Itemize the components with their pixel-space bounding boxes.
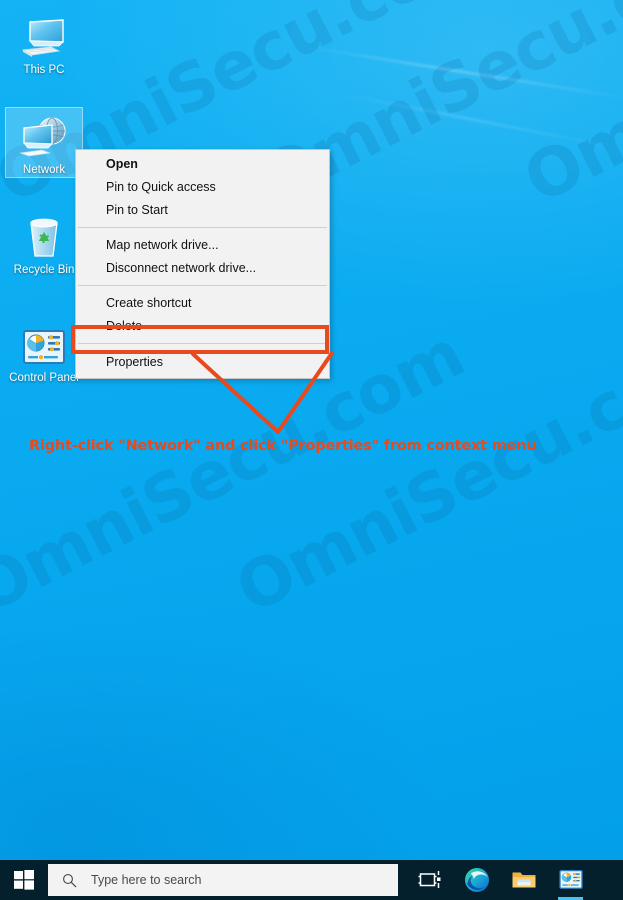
taskbar-button-file-explorer[interactable]: [500, 860, 547, 900]
taskbar-search-box[interactable]: Type here to search: [48, 864, 398, 896]
context-menu-item-open[interactable]: Open: [76, 153, 329, 176]
taskbar-button-task-view[interactable]: [406, 860, 453, 900]
desktop-icon-label: Control Panel: [9, 372, 79, 384]
start-button[interactable]: [0, 860, 48, 900]
wallpaper-streak: [332, 91, 623, 151]
desktop-icon-label: Network: [22, 164, 66, 176]
microsoft-edge-icon: [464, 868, 489, 892]
annotation-text: Right-click "Network" and click "Propert…: [29, 438, 537, 454]
taskbar-search-text: Type here to search: [91, 873, 202, 887]
context-menu-item-pin-to-start[interactable]: Pin to Start: [76, 199, 329, 222]
annotation-pointer: [191, 351, 334, 434]
this-pc-icon: [6, 8, 82, 60]
control-panel-icon: [558, 869, 583, 889]
control-panel-icon: [6, 316, 82, 368]
taskbar: Type here to search: [0, 860, 623, 900]
screen: OmniSecu.com OmniSecu.com OmniSecu.com O…: [0, 0, 623, 900]
desktop-background[interactable]: OmniSecu.com OmniSecu.com OmniSecu.com O…: [0, 0, 623, 860]
context-menu-separator: [78, 343, 327, 345]
context-menu-item-map-network-drive[interactable]: Map network drive...: [76, 234, 329, 257]
context-menu-item-create-shortcut[interactable]: Create shortcut: [76, 292, 329, 315]
context-menu-separator: [78, 285, 327, 287]
context-menu-item-pin-to-quick-access[interactable]: Pin to Quick access: [76, 176, 329, 199]
recycle-bin-icon: [6, 208, 82, 260]
windows-logo-icon: [14, 870, 34, 890]
desktop-icon-recycle-bin[interactable]: Recycle Bin: [6, 208, 82, 277]
context-menu-item-disconnect-network-drive[interactable]: Disconnect network drive...: [76, 257, 329, 280]
desktop-icon-label: This PC: [23, 64, 65, 76]
network-icon: [6, 108, 82, 160]
context-menu-item-properties[interactable]: Properties: [76, 350, 329, 375]
watermark: OmniSecu.com: [512, 0, 623, 219]
file-explorer-icon: [512, 872, 535, 888]
wallpaper-streak: [301, 45, 623, 101]
desktop-icon-control-panel[interactable]: Control Panel: [6, 316, 82, 385]
desktop-icon-this-pc[interactable]: This PC: [6, 8, 82, 77]
desktop-icon-label: Recycle Bin: [13, 264, 75, 276]
context-menu-separator: [78, 227, 327, 229]
search-icon: [63, 873, 77, 887]
desktop-icon-network[interactable]: Network: [5, 107, 83, 178]
context-menu-item-delete[interactable]: Delete: [76, 315, 329, 338]
taskbar-button-microsoft-edge[interactable]: [453, 860, 500, 900]
network-context-menu[interactable]: Open Pin to Quick access Pin to Start Ma…: [75, 149, 330, 379]
taskbar-button-control-panel[interactable]: [547, 860, 594, 900]
task-view-icon: [418, 871, 440, 888]
